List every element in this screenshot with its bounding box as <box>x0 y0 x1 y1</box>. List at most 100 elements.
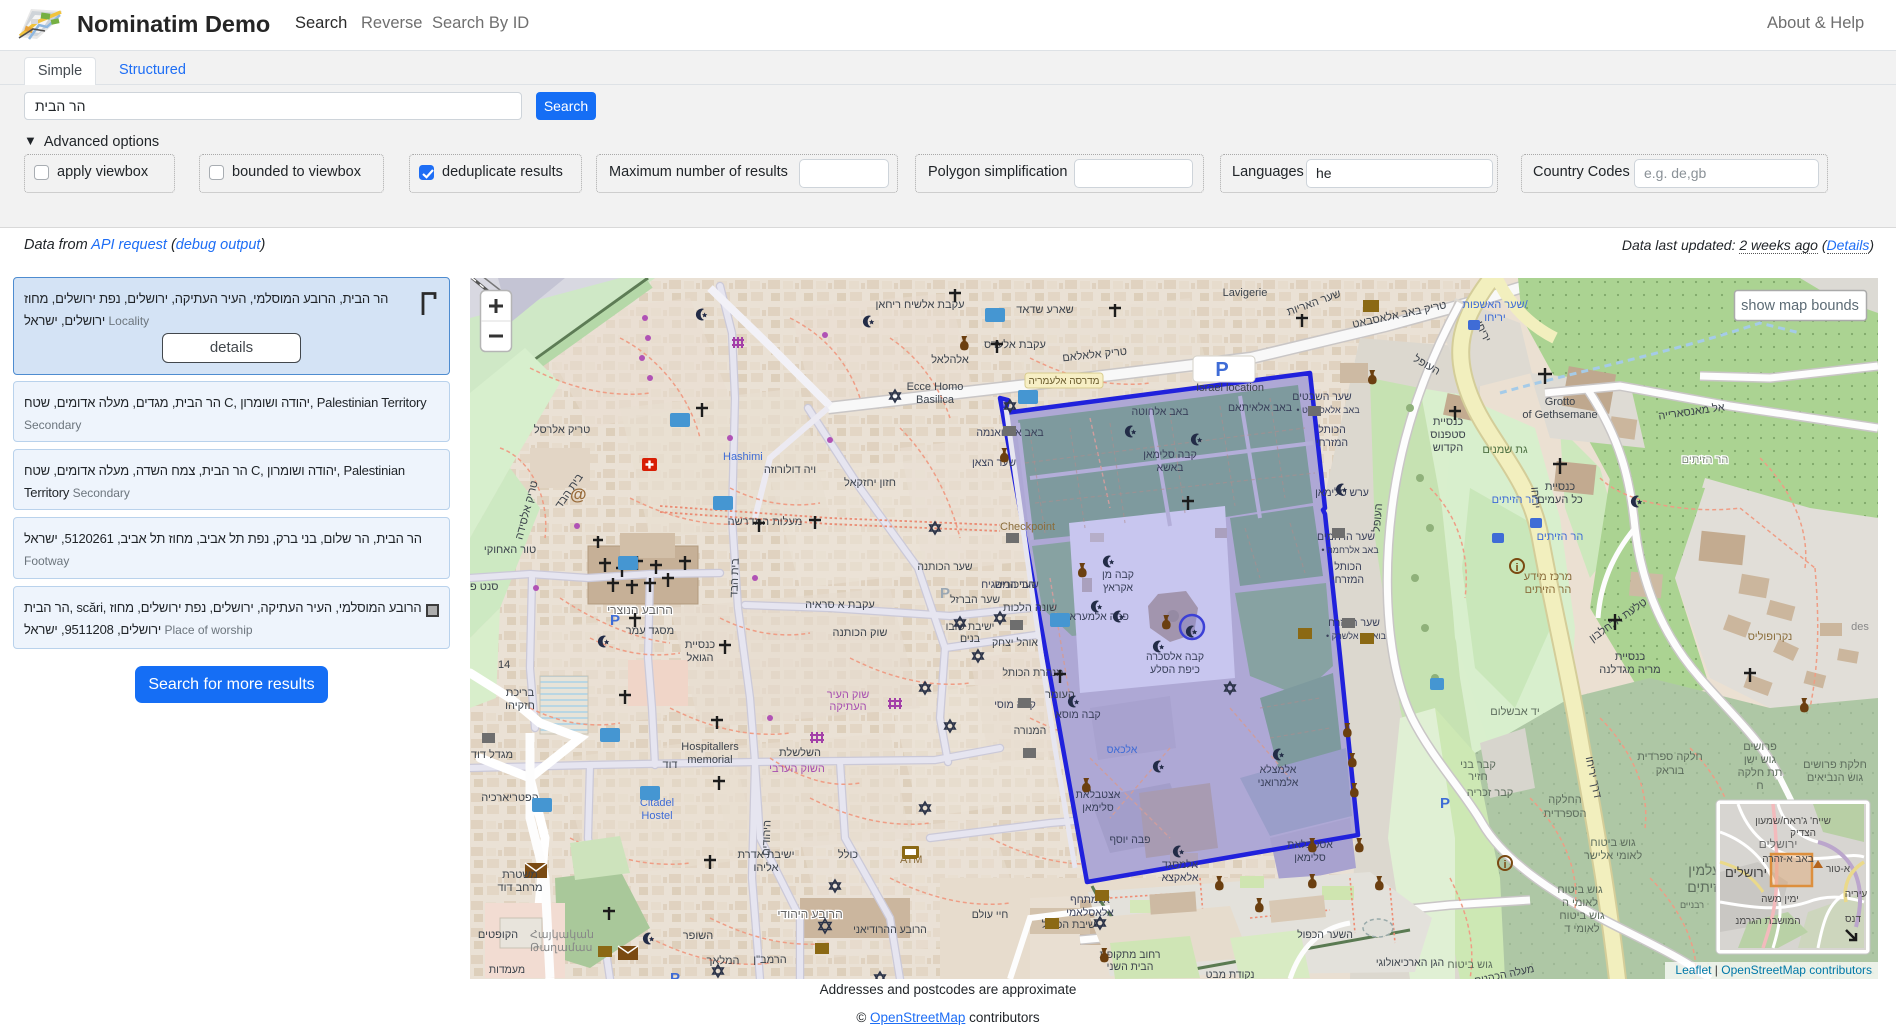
svg-text:P: P <box>1440 795 1450 812</box>
svg-text:קבה סלימאן: קבה סלימאן <box>1143 449 1197 461</box>
svg-text:כנסיית: כנסיית <box>1545 481 1576 493</box>
svg-text:הכותל: הכותל <box>1318 424 1346 436</box>
svg-text:דנס: דנס <box>1845 914 1861 925</box>
svg-text:שוק הכותנה: שוק הכותנה <box>833 627 888 639</box>
svg-text:Basilica: Basilica <box>916 394 955 406</box>
svg-text:אלמסגד: אלמסגד <box>1162 859 1199 871</box>
svg-text:מסגד עמר: מסגד עמר <box>626 625 674 637</box>
svg-text:P: P <box>610 612 620 629</box>
svg-text:שארע שדאד: שארע שדאד <box>1016 304 1073 316</box>
svg-text:לאומי ד: לאומי ד <box>1564 922 1599 935</box>
svg-text:ירושלים: ירושלים <box>1759 837 1798 851</box>
svg-text:הגן הארכיאולוגי: הגן הארכיאולוגי <box>1376 957 1444 969</box>
svg-text:העופל: העופל <box>1370 503 1385 533</box>
svg-text:קבר בני: קבר בני <box>1460 759 1496 771</box>
svg-text:@: @ <box>570 485 587 504</box>
svg-text:באב א-זהרה: באב א-זהרה <box>1762 854 1813 865</box>
svg-text:הפטריארכיה: הפטריארכיה <box>481 792 538 804</box>
svg-text:רחוב מתקופת: רחוב מתקופת <box>1100 949 1161 961</box>
svg-text:בנים: בנים <box>960 633 980 645</box>
svg-text:Leaflet | OpenStreetMap contri: Leaflet | OpenStreetMap contributors <box>1675 963 1872 977</box>
svg-text:גוש ביטוח: גוש ביטוח <box>1559 910 1605 922</box>
svg-text:Hostel: Hostel <box>641 810 672 822</box>
svg-text:גוש הנביאים: גוש הנביאים <box>1807 772 1864 784</box>
svg-text:שער השבטים: שער השבטים <box>1292 391 1352 403</box>
svg-text:סטפנוס: סטפנוס <box>1430 429 1465 441</box>
svg-text:המזרחי: המזרחי <box>1332 574 1364 586</box>
svg-text:• באב אלרחמה: • באב אלרחמה <box>1321 545 1379 555</box>
svg-text:ישיבת שובו: ישיבת שובו <box>946 621 995 633</box>
svg-text:ימין משה: ימין משה <box>1761 894 1799 905</box>
svg-text:לאומי ה: לאומי ה <box>1562 896 1598 909</box>
svg-text:ערש סלימאן: ערש סלימאן <box>1315 487 1369 499</box>
svg-text:החלקה: החלקה <box>1548 793 1581 806</box>
svg-text:show map bounds: show map bounds <box>1741 298 1859 314</box>
svg-text:חזון יחזקאל: חזון יחזקאל <box>844 476 896 489</box>
svg-text:בוראק: בוראק <box>1656 765 1685 777</box>
svg-text:א-טור: א-טור <box>1826 864 1851 875</box>
svg-text:נקודת מבט: נקודת מבט <box>1206 969 1255 979</box>
svg-text:כנסיית: כנסיית <box>1433 416 1464 428</box>
svg-text:גוש ביטוח: גוש ביטוח <box>1447 959 1493 971</box>
svg-text:ויה דולורוזה: ויה דולורוזה <box>764 463 816 476</box>
svg-text:המזרחי: המזרחי <box>1316 437 1348 449</box>
svg-text:כיפת הסלע: כיפת הסלע <box>1150 664 1200 676</box>
svg-text:באב אלחוטה: באב אלחוטה <box>1132 406 1189 418</box>
svg-text:טריק אלרסל: טריק אלרסל <box>534 423 591 436</box>
svg-text:הבית השני: הבית השני <box>1107 961 1154 973</box>
svg-text:לאומי אלישר: לאומי אלישר <box>1584 849 1643 862</box>
svg-text:אלאקצא: אלאקצא <box>1162 872 1199 884</box>
svg-text:תת חלקה: תת חלקה <box>1738 766 1783 779</box>
svg-text:חזיר: חזיר <box>1468 771 1488 783</box>
svg-text:אלמצלא: אלמצלא <box>1260 764 1297 776</box>
svg-text:שער האשפות/: שער האשפות/ <box>1462 299 1528 311</box>
svg-text:קבר זכריה: קבר זכריה <box>1467 787 1514 799</box>
svg-text:כנסיית: כנסיית <box>685 639 716 651</box>
svg-text:רבניים: רבניים <box>1680 900 1704 910</box>
svg-text:המושבת הגרמנ: המושבת הגרמנ <box>1735 916 1800 927</box>
svg-text:הרובע היהודי: הרובע היהודי <box>777 907 842 921</box>
svg-text:המנורה: המנורה <box>1014 725 1047 737</box>
svg-text:משטרת: משטרת <box>502 869 538 881</box>
svg-text:עקבת א סראיה: עקבת א סראיה <box>805 599 875 611</box>
svg-text:חלקה ספרדית: חלקה ספרדית <box>1637 750 1703 763</box>
svg-text:טור האחוקי: טור האחוקי <box>484 544 536 556</box>
svg-text:חלקת פרושים: חלקת פרושים <box>1803 758 1867 771</box>
svg-text:אלהלאל: אלהלאל <box>931 353 969 366</box>
svg-text:שער הרחמים: שער הרחמים <box>1317 531 1375 543</box>
svg-text:Հայկական: Հայկական <box>530 929 594 941</box>
svg-text:Israel location: Israel location <box>1196 382 1264 394</box>
svg-text:i: i <box>1515 562 1518 574</box>
svg-text:השלשלת: השלשלת <box>779 746 821 759</box>
svg-text:עיריה: עיריה <box>1845 889 1868 900</box>
svg-text:יריחו: יריחו <box>1528 487 1542 509</box>
svg-text:גוש ישן: גוש ישן <box>1744 754 1777 766</box>
svg-text:שער הברזל: שער הברזל <box>950 594 1000 606</box>
svg-text:כולל: כולל <box>838 848 858 861</box>
svg-text:אלאסלאמי: אלאסלאמי <box>1066 907 1114 919</box>
svg-text:des: des <box>1851 621 1869 633</box>
svg-text:פבה יוסף: פבה יוסף <box>1109 834 1150 846</box>
svg-text:שער הצאן: שער הצאן <box>972 457 1016 469</box>
svg-text:of Gethsemane: of Gethsemane <box>1522 409 1597 421</box>
svg-text:השוק הערבי: השוק הערבי <box>769 763 825 775</box>
svg-text:מרחב דוד: מרחב דוד <box>497 882 542 894</box>
svg-text:כל העמים: כל העמים <box>1537 493 1583 506</box>
svg-text:הרמב"ן: הרמב"ן <box>753 954 786 966</box>
svg-text:סנט פ: סנט פ <box>470 581 498 593</box>
svg-text:יד אבשלום: יד אבשלום <box>1490 705 1539 718</box>
svg-text:הרובע ההרודיאני: הרובע ההרודיאני <box>853 924 927 936</box>
svg-text:נקרופוליס: נקרופוליס <box>1748 630 1793 643</box>
svg-text:היהודים: היהודים <box>760 820 773 856</box>
svg-text:P: P <box>1215 359 1228 381</box>
svg-text:באב אלאיתאם: באב אלאיתאם <box>1228 402 1292 414</box>
svg-text:אצטבלאת: אצטבלאת <box>1076 789 1121 801</box>
svg-text:P: P <box>670 970 680 979</box>
svg-text:i: i <box>1503 859 1506 871</box>
svg-text:דוד: דוד <box>662 759 677 771</box>
svg-text:הספרדית: הספרדית <box>1544 808 1587 820</box>
svg-text:P: P <box>940 585 950 602</box>
svg-text:פרושים: פרושים <box>1743 741 1777 753</box>
svg-text:הר הזיתים: הר הזיתים <box>1537 531 1584 543</box>
svg-text:השופר: השופר <box>683 930 713 942</box>
